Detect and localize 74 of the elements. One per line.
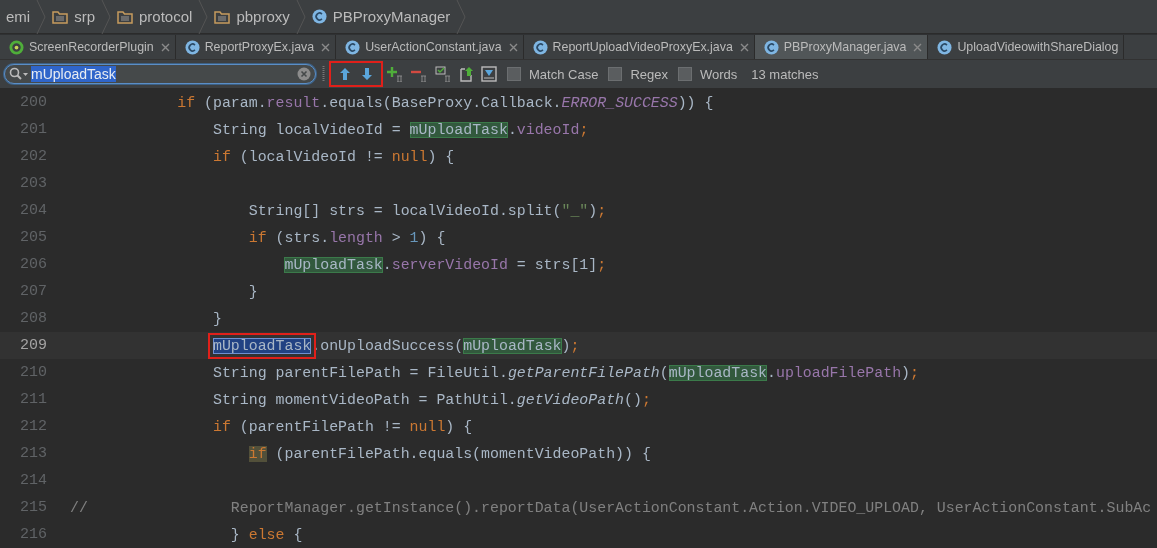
match-count: 13 matches (751, 66, 819, 82)
line-number: 211 (19, 390, 48, 410)
class-icon (532, 39, 548, 55)
class-icon (311, 9, 327, 24)
line-number: 207 (19, 282, 48, 302)
line-number: 209 (19, 336, 48, 356)
line-number: 204 (19, 201, 48, 221)
code-line: if (parentFilePath.equals(momentVideoPath)) { (247, 445, 651, 462)
drag-handle-icon (322, 66, 325, 82)
chevron-icon (456, 0, 467, 34)
code-line: String parentFilePath = FileUtil.getParentFilePath(mUploadTask.uploadFilePath); (212, 364, 919, 381)
breadcrumb-item[interactable]: srp (74, 8, 95, 25)
arrow-up-icon[interactable] (339, 67, 351, 81)
export-icon[interactable] (459, 66, 475, 82)
code-line: // ReportManager.getInstance().reportData(UserActionConstant.Action.VIDEO_UPLOAD, UserActionConstant.SubAc (69, 499, 1152, 516)
checkbox[interactable] (507, 67, 521, 81)
code-line: if (strs.length > 1) { (247, 229, 446, 246)
breadcrumb-item[interactable]: protocol (139, 8, 193, 25)
arrow-down-icon[interactable] (361, 67, 373, 81)
close-icon[interactable] (508, 42, 518, 52)
search-field[interactable]: mUploadTask (4, 64, 316, 84)
code-line: } (247, 283, 258, 300)
breadcrumb-item[interactable]: pbproxy (236, 8, 290, 25)
code-line: if (param.result.equals(BaseProxy.Callback.ERROR_SUCCESS)) { (176, 94, 714, 111)
code-line: String momentVideoPath = PathUtil.getVideoPath(); (212, 391, 651, 408)
line-number: 212 (19, 417, 48, 437)
class-icon (937, 39, 953, 55)
code-line: String localVideoId = mUploadTask.videoId; (212, 121, 589, 138)
folder-icon (52, 9, 69, 24)
line-number: 208 (19, 309, 48, 329)
add-occurrence-icon[interactable] (387, 66, 405, 82)
close-icon[interactable] (739, 42, 749, 52)
code-line: if (localVideoId != null) { (212, 148, 455, 165)
plugin-icon (9, 39, 24, 55)
code-line: String[] strs = localVideoId.split("_"); (247, 202, 607, 219)
checkbox[interactable] (677, 67, 692, 81)
folder-icon (214, 9, 231, 24)
line-number: 206 (19, 255, 48, 275)
class-icon (184, 39, 200, 55)
close-icon[interactable] (160, 42, 170, 52)
code-line: if (parentFilePath != null) { (212, 418, 473, 435)
code-line: } else { (229, 526, 303, 543)
line-number: 205 (19, 228, 48, 248)
code-line: } (212, 310, 222, 327)
folder-icon (117, 9, 133, 24)
line-number: 216 (19, 525, 48, 545)
class-icon (763, 39, 779, 55)
breadcrumb-item[interactable]: PBProxyManager (332, 8, 451, 25)
checkbox-label[interactable]: Match Case (529, 66, 599, 82)
chevron-icon (101, 0, 111, 34)
chevron-icon (36, 0, 47, 34)
line-number: 201 (19, 120, 48, 140)
checkbox-label[interactable]: Regex (630, 66, 668, 82)
line-number: 215 (19, 498, 48, 518)
code-line: mUploadTask.serverVideoId = strs[1]; (283, 256, 607, 273)
chevron-icon (295, 0, 306, 34)
chevron-icon (198, 0, 209, 34)
line-number: 210 (19, 363, 48, 383)
breadcrumb-item[interactable]: emi (6, 8, 31, 25)
filter-icon[interactable] (481, 66, 497, 82)
close-icon[interactable] (321, 42, 331, 52)
checkbox[interactable] (608, 67, 623, 81)
checkbox-label[interactable]: Words (699, 66, 738, 82)
select-all-icon[interactable] (435, 66, 453, 82)
close-icon[interactable] (913, 42, 923, 52)
line-number: 203 (19, 174, 48, 194)
line-number: 200 (19, 93, 48, 113)
class-icon (345, 39, 361, 55)
line-number: 213 (19, 444, 48, 464)
editor-tab[interactable]: PBProxyManager.java (754, 35, 929, 59)
line-number: 202 (19, 147, 48, 167)
search-icon[interactable] (9, 67, 29, 81)
clear-icon[interactable] (297, 67, 311, 81)
line-number: 214 (19, 471, 48, 491)
